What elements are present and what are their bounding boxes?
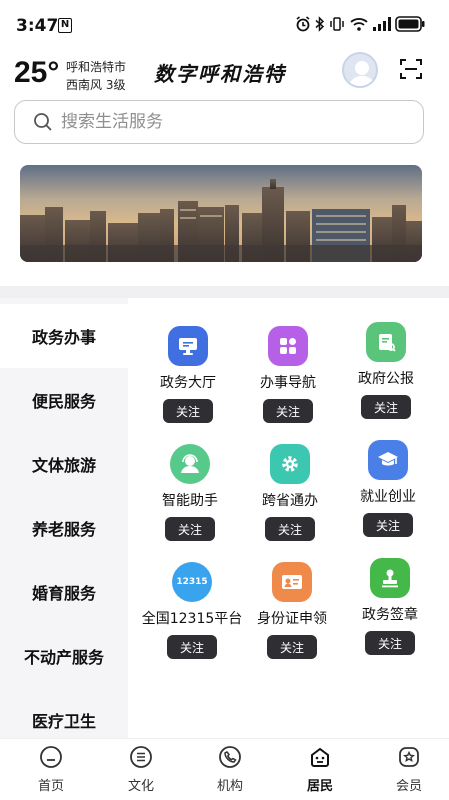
service-label: 就业创业 (360, 489, 416, 505)
gear-icon (270, 444, 310, 484)
sidebar-item-gov-affairs[interactable]: 政务办事 (0, 304, 128, 368)
navigation-grid-icon (268, 326, 308, 366)
nav-institution[interactable]: 机构 (190, 739, 270, 800)
nav-label: 文化 (127, 779, 154, 794)
follow-button[interactable]: 关注 (365, 631, 415, 655)
alarm-icon (296, 16, 310, 32)
city-name[interactable]: 呼和浩特市 (66, 58, 126, 75)
search-icon (34, 113, 52, 131)
bottom-navigation: 首页 文化 机构 居民 会员 (0, 738, 449, 800)
user-avatar-icon[interactable] (342, 52, 378, 88)
follow-button[interactable]: 关注 (267, 635, 317, 659)
service-gov-hall[interactable]: 政务大厅 关注 (136, 298, 240, 423)
phone-icon (219, 746, 241, 768)
culture-icon (130, 746, 152, 768)
service-employment[interactable]: 就业创业 关注 (336, 412, 440, 537)
service-cross-province[interactable]: 跨省通办 关注 (238, 416, 342, 541)
sidebar-item-elderly[interactable]: 养老服务 (0, 496, 128, 560)
service-bulletin[interactable]: 政府公报 关注 (334, 294, 438, 419)
search-input[interactable] (61, 112, 381, 132)
member-badge-icon (399, 747, 419, 767)
badge-12315-text: 12315 (176, 577, 208, 587)
id-card-icon (272, 562, 312, 602)
vibrate-icon (330, 17, 344, 31)
follow-button[interactable]: 关注 (167, 635, 217, 659)
nfc-icon: N (58, 18, 72, 33)
app-title: 数字呼和浩特 (154, 62, 286, 86)
assistant-icon (170, 444, 210, 484)
battery-icon (395, 16, 425, 32)
sidebar-item-label: 婚育服务 (31, 584, 96, 603)
sidebar-item-label: 养老服务 (31, 520, 96, 539)
nav-member[interactable]: 会员 (369, 739, 449, 800)
signal-icon (373, 17, 391, 31)
sidebar-item-convenience[interactable]: 便民服务 (0, 368, 128, 432)
nav-resident[interactable]: 居民 (280, 739, 360, 800)
category-sidebar: 政务办事 便民服务 文体旅游 养老服务 婚育服务 不动产服务 医疗卫生 (0, 298, 128, 738)
bluetooth-icon (315, 16, 325, 32)
home-icon (40, 746, 62, 768)
nav-label: 机构 (216, 779, 243, 794)
service-grid: 政务大厅 关注 办事导航 关注 政府公报 关注 智能助手 关注 跨省通办 关注 … (136, 298, 446, 738)
nav-culture[interactable]: 文化 (101, 739, 181, 800)
scan-icon[interactable] (400, 58, 422, 80)
services-section: 政务办事 便民服务 文体旅游 养老服务 婚育服务 不动产服务 医疗卫生 政务大厅… (0, 298, 449, 738)
status-bar: 3:47 N (0, 0, 449, 50)
sidebar-item-culture-tourism[interactable]: 文体旅游 (0, 432, 128, 496)
sidebar-item-marriage[interactable]: 婚育服务 (0, 560, 128, 624)
stamp-icon (370, 558, 410, 598)
sidebar-item-label: 文体旅游 (31, 456, 96, 475)
sidebar-item-label: 不动产服务 (23, 648, 104, 667)
resident-icon (311, 747, 329, 767)
service-seal[interactable]: 政务签章 关注 (338, 530, 442, 655)
status-icons (295, 14, 425, 34)
nav-label: 居民 (306, 779, 333, 794)
bulletin-icon (366, 322, 406, 362)
temperature: 25° (14, 56, 60, 89)
header: 25° 呼和浩特市 西南风 3级 数字呼和浩特 (0, 50, 449, 98)
sidebar-item-label: 便民服务 (31, 392, 96, 411)
sidebar-item-label: 政务办事 (31, 328, 96, 347)
city-skyline-image[interactable] (20, 165, 422, 262)
nav-home[interactable]: 首页 (11, 739, 91, 800)
service-id-card[interactable]: 身份证申领 关注 (240, 534, 344, 659)
search-bar[interactable] (14, 100, 424, 144)
wifi-icon (350, 18, 368, 31)
service-navigation[interactable]: 办事导航 关注 (236, 298, 340, 423)
sidebar-item-label: 医疗卫生 (31, 712, 96, 731)
sidebar-item-real-estate[interactable]: 不动产服务 (0, 624, 128, 688)
service-label: 政府公报 (358, 371, 414, 387)
service-12315[interactable]: 12315 全国12315平台 关注 (140, 534, 244, 659)
badge-12315-icon: 12315 (172, 562, 212, 602)
nav-label: 会员 (395, 779, 422, 794)
service-label: 政务签章 (362, 607, 418, 623)
service-assistant[interactable]: 智能助手 关注 (138, 416, 242, 541)
nav-label: 首页 (37, 779, 64, 794)
government-hall-icon (168, 326, 208, 366)
status-time: 3:47 (16, 16, 59, 36)
wind-info: 西南风 3级 (66, 78, 126, 92)
graduation-cap-icon (368, 440, 408, 480)
